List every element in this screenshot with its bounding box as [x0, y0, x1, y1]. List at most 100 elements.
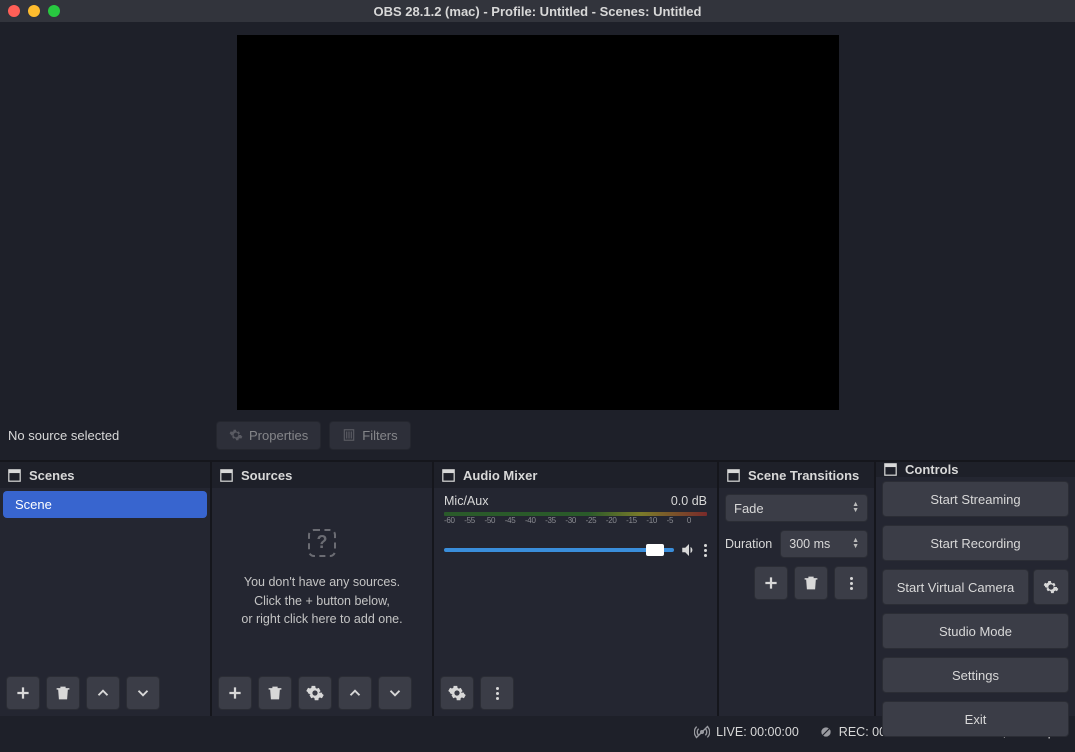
start-streaming-button[interactable]: Start Streaming: [882, 481, 1069, 517]
source-up-button[interactable]: [338, 676, 372, 710]
transitions-header[interactable]: Scene Transitions: [719, 462, 874, 488]
mixer-track-db: 0.0 dB: [671, 494, 707, 508]
mixer-track: Mic/Aux 0.0 dB -60-55-50-45-40-35-30-25-…: [434, 488, 717, 559]
scene-item[interactable]: Scene: [3, 491, 207, 518]
duration-spinner[interactable]: 300 ms ▲▼: [780, 530, 868, 558]
chevron-down-icon: [386, 684, 404, 702]
gear-icon: [1043, 579, 1059, 595]
updown-icon: ▲▼: [852, 538, 859, 550]
dock-icon: [220, 469, 233, 482]
transitions-title: Scene Transitions: [748, 468, 859, 483]
preview-area: [0, 22, 1075, 410]
sources-header[interactable]: Sources: [212, 462, 432, 488]
properties-label: Properties: [249, 428, 308, 443]
sources-empty-line1: You don't have any sources.: [244, 573, 400, 592]
mixer-header[interactable]: Audio Mixer: [434, 462, 717, 488]
transition-value: Fade: [734, 501, 764, 516]
mixer-track-menu[interactable]: [704, 544, 707, 557]
settings-button[interactable]: Settings: [882, 657, 1069, 693]
titlebar: OBS 28.1.2 (mac) - Profile: Untitled - S…: [0, 0, 1075, 22]
chevron-up-icon: [94, 684, 112, 702]
tick-label: -30: [565, 516, 585, 525]
gear-icon: [229, 428, 243, 442]
tick-label: -55: [464, 516, 484, 525]
tick-label: -25: [586, 516, 606, 525]
chevron-up-icon: [346, 684, 364, 702]
audio-mixer-panel: Audio Mixer Mic/Aux 0.0 dB -60-55-50-45-…: [434, 462, 717, 716]
tick-label: -50: [484, 516, 504, 525]
mixer-body: Mic/Aux 0.0 dB -60-55-50-45-40-35-30-25-…: [434, 488, 717, 670]
updown-icon: ▲▼: [852, 502, 859, 514]
chevron-down-icon: [134, 684, 152, 702]
close-window-button[interactable]: [8, 5, 20, 17]
scenes-list[interactable]: Scene: [0, 488, 210, 670]
dock-panels: Scenes Scene Sources ? You don't have an…: [0, 462, 1075, 716]
mixer-menu-button[interactable]: [480, 676, 514, 710]
source-toolbar: No source selected Properties Filters: [0, 410, 1075, 462]
sources-footer: [212, 670, 432, 716]
sources-empty: ? You don't have any sources. Click the …: [212, 488, 432, 670]
transitions-body: Fade ▲▼ Duration 300 ms ▲▼: [719, 488, 874, 716]
remove-scene-button[interactable]: [46, 676, 80, 710]
no-source-label: No source selected: [8, 428, 208, 443]
scenes-panel: Scenes Scene: [0, 462, 210, 716]
scenes-header[interactable]: Scenes: [0, 462, 210, 488]
source-properties-button[interactable]: [298, 676, 332, 710]
scene-up-button[interactable]: [86, 676, 120, 710]
duration-label: Duration: [725, 537, 772, 551]
stream-status: LIVE: 00:00:00: [694, 724, 799, 740]
plus-icon: [762, 574, 780, 592]
maximize-window-button[interactable]: [48, 5, 60, 17]
tick-label: -45: [505, 516, 525, 525]
exit-button[interactable]: Exit: [882, 701, 1069, 737]
tick-label: -20: [606, 516, 626, 525]
source-down-button[interactable]: [378, 676, 412, 710]
controls-title: Controls: [905, 462, 958, 477]
controls-panel: Controls Start Streaming Start Recording…: [876, 462, 1075, 716]
start-recording-button[interactable]: Start Recording: [882, 525, 1069, 561]
trash-icon: [802, 574, 820, 592]
vu-meter: [444, 512, 707, 516]
mixer-title: Audio Mixer: [463, 468, 537, 483]
remove-transition-button[interactable]: [794, 566, 828, 600]
mixer-advanced-button[interactable]: [440, 676, 474, 710]
preview-canvas[interactable]: [237, 35, 839, 410]
tick-label: -60: [444, 516, 464, 525]
gear-icon: [448, 684, 466, 702]
sources-empty-line3: or right click here to add one.: [241, 610, 402, 629]
add-source-button[interactable]: [218, 676, 252, 710]
filters-button[interactable]: Filters: [329, 421, 410, 450]
virtual-camera-settings-button[interactable]: [1033, 569, 1069, 605]
filters-label: Filters: [362, 428, 397, 443]
plus-icon: [226, 684, 244, 702]
scenes-title: Scenes: [29, 468, 75, 483]
studio-mode-button[interactable]: Studio Mode: [882, 613, 1069, 649]
add-scene-button[interactable]: [6, 676, 40, 710]
scenes-footer: [0, 670, 210, 716]
duration-value: 300 ms: [789, 537, 830, 551]
gear-icon: [306, 684, 324, 702]
broadcast-icon: [694, 724, 710, 740]
transition-menu-button[interactable]: [834, 566, 868, 600]
controls-body: Start Streaming Start Recording Start Vi…: [876, 477, 1075, 741]
window-title: OBS 28.1.2 (mac) - Profile: Untitled - S…: [0, 4, 1075, 19]
mixer-footer: [434, 670, 717, 716]
start-virtual-camera-button[interactable]: Start Virtual Camera: [882, 569, 1029, 605]
controls-header[interactable]: Controls: [876, 462, 1075, 477]
trash-icon: [266, 684, 284, 702]
properties-button[interactable]: Properties: [216, 421, 321, 450]
sources-list[interactable]: ? You don't have any sources. Click the …: [212, 488, 432, 670]
question-icon: ?: [308, 529, 336, 557]
speaker-icon[interactable]: [680, 541, 698, 559]
dock-icon: [727, 469, 740, 482]
add-transition-button[interactable]: [754, 566, 788, 600]
scene-down-button[interactable]: [126, 676, 160, 710]
tick-label: -10: [646, 516, 666, 525]
remove-source-button[interactable]: [258, 676, 292, 710]
volume-slider[interactable]: [444, 548, 674, 552]
transition-select[interactable]: Fade ▲▼: [725, 494, 868, 522]
slider-thumb[interactable]: [646, 544, 664, 556]
minimize-window-button[interactable]: [28, 5, 40, 17]
tick-label: -15: [626, 516, 646, 525]
sources-empty-line2: Click the + button below,: [254, 592, 390, 611]
